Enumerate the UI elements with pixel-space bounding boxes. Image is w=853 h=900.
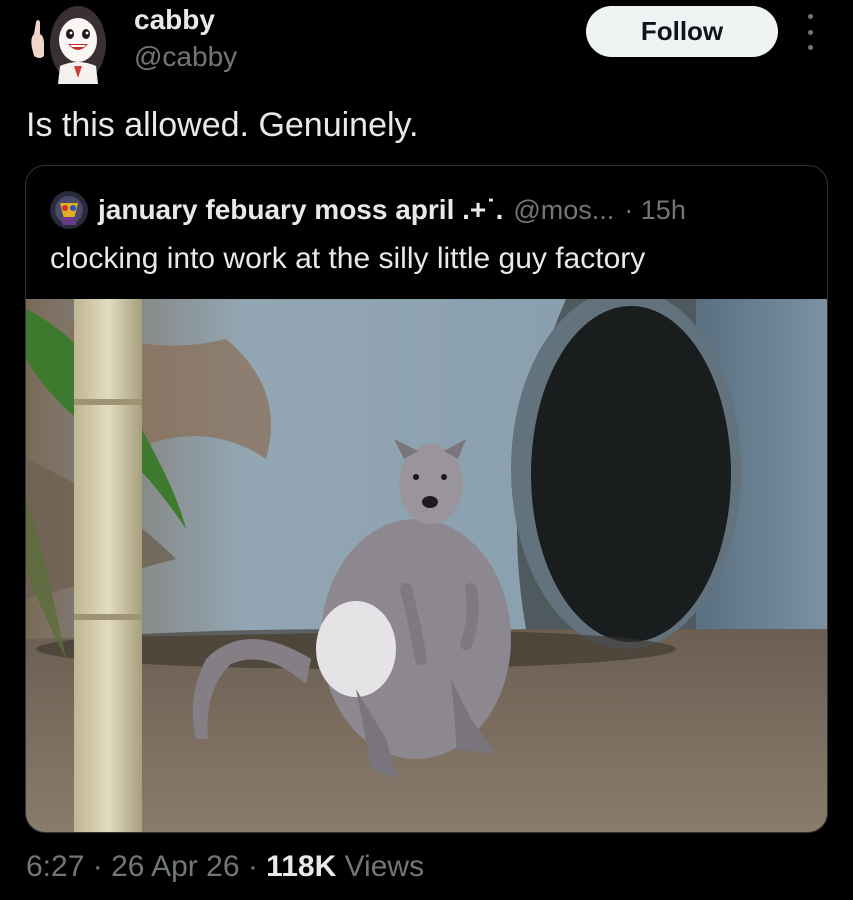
author-handle[interactable]: @cabby [134, 41, 237, 73]
quoted-tweet-header: january febuary moss april .+˙. @mos... … [50, 191, 686, 229]
tweet-time[interactable]: 6:27 [26, 850, 84, 883]
quoted-author-avatar[interactable] [50, 191, 88, 229]
quoted-tweet-time[interactable]: · 15h [624, 195, 686, 226]
views-label: Views [336, 850, 425, 883]
more-vertical-icon[interactable] [800, 14, 820, 50]
author-name[interactable]: cabby [134, 4, 215, 36]
follow-button[interactable]: Follow [586, 6, 778, 57]
meta-separator: · [239, 850, 267, 883]
quoted-tweet-photo[interactable] [26, 289, 827, 832]
tweet-text: Is this allowed. Genuinely. [26, 106, 419, 144]
quoted-tweet[interactable]: january febuary moss april .+˙. @mos... … [25, 165, 828, 833]
views-count[interactable]: 118K [266, 850, 336, 883]
quoted-author-handle[interactable]: @mos... [513, 195, 614, 226]
tweet-meta: 6:27 · 26 Apr 26 · 118K Views [26, 850, 424, 884]
author-avatar[interactable] [26, 4, 108, 84]
tweet-header: cabby @cabby Follow [0, 0, 853, 100]
quoted-author-name[interactable]: january febuary moss april .+˙. [98, 194, 503, 226]
quoted-tweet-text: clocking into work at the silly little g… [50, 242, 646, 275]
meta-separator: · [84, 850, 112, 883]
tweet-date[interactable]: 26 Apr 26 [111, 850, 239, 883]
